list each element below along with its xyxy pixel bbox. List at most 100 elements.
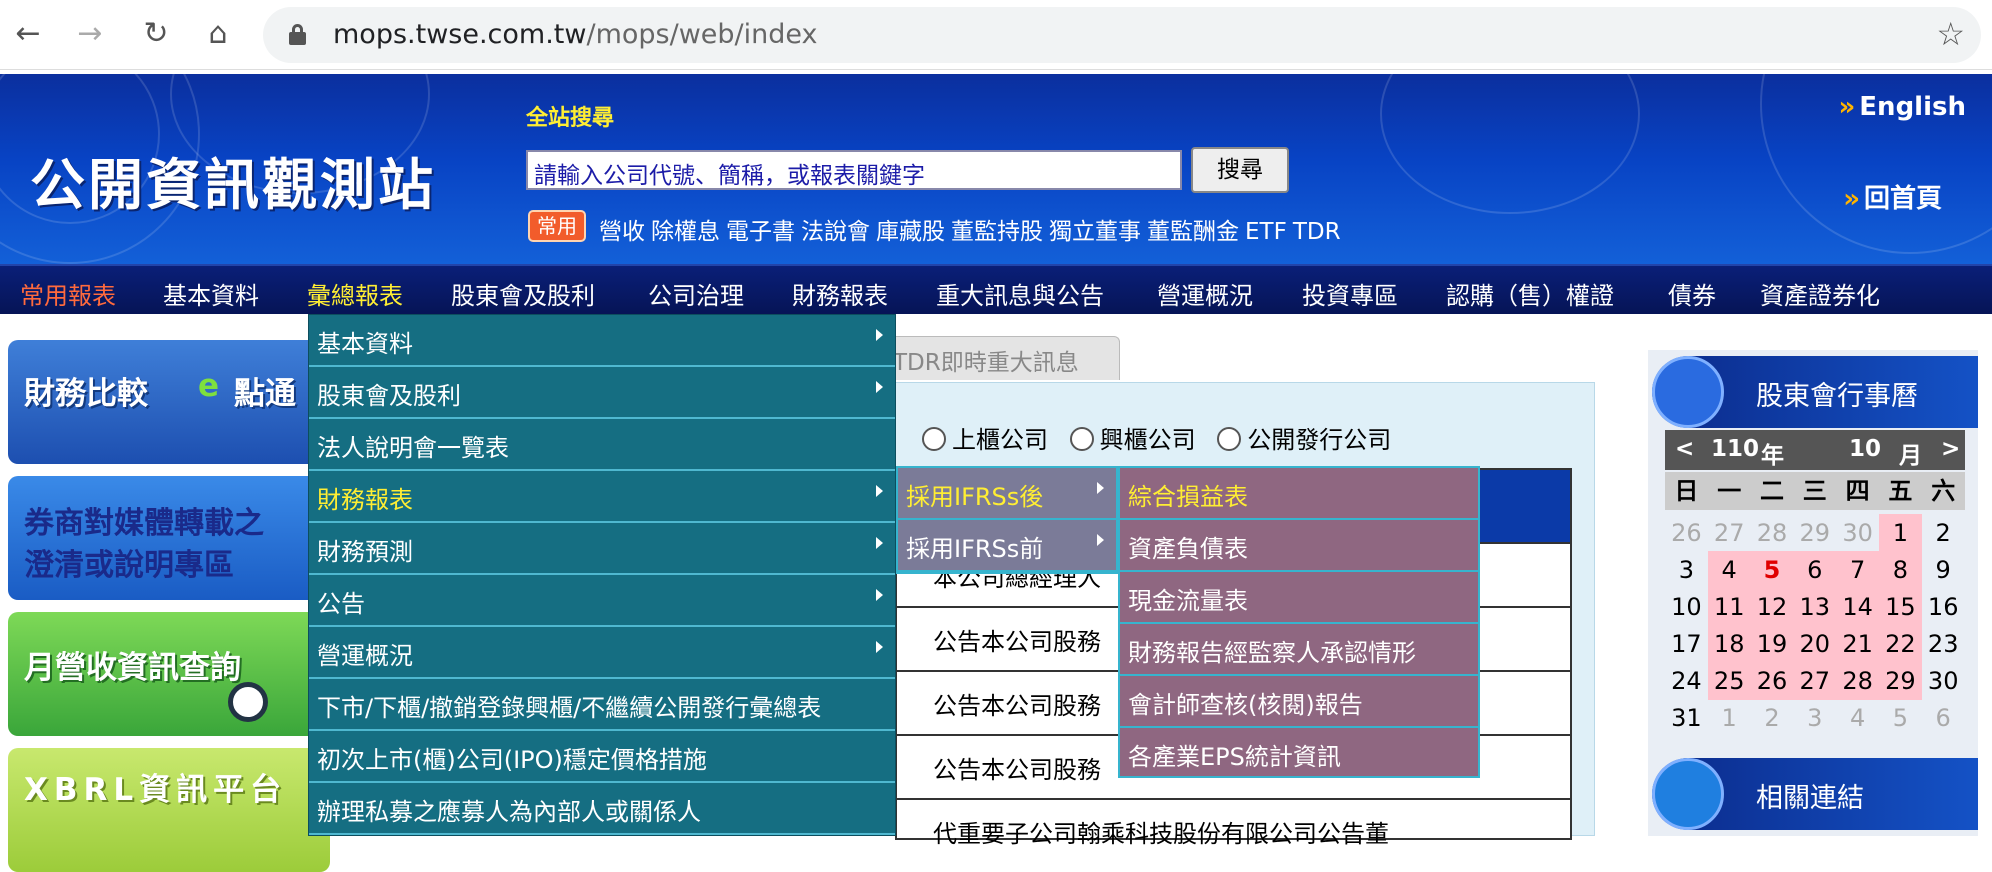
calendar-day[interactable]: 4 bbox=[1707, 551, 1751, 589]
calendar-icon bbox=[1652, 356, 1724, 428]
quick-link[interactable]: 法說會 bbox=[801, 219, 870, 245]
dd-investor-conference[interactable]: 法人說明會一覽表 bbox=[309, 419, 895, 471]
next-month-button[interactable]: > bbox=[1941, 436, 1960, 462]
tab-tdr-news[interactable]: TDR即時重大訊息 bbox=[880, 336, 1120, 380]
calendar-day[interactable]: 21 bbox=[1836, 625, 1879, 663]
dd-operations[interactable]: 營運概況 bbox=[309, 627, 895, 679]
menu-shareholders[interactable]: 股東會及股利 bbox=[451, 276, 595, 311]
calendar-day[interactable]: 25 bbox=[1707, 662, 1751, 700]
dd-industry-eps[interactable]: 各產業EPS統計資訊 bbox=[1120, 728, 1478, 780]
radio-public[interactable] bbox=[1217, 427, 1242, 451]
dd-income-statement[interactable]: 綜合損益表 bbox=[1120, 468, 1478, 520]
calendar-day[interactable]: 1 bbox=[1879, 514, 1922, 552]
address-bar[interactable]: mops.twse.com.tw/mops/web/index ☆ bbox=[263, 7, 1981, 63]
calendar-day[interactable]: 23 bbox=[1922, 625, 1965, 663]
calendar-day[interactable]: 8 bbox=[1879, 551, 1922, 589]
dd-financial-reports[interactable]: 財務報表 bbox=[309, 471, 895, 523]
table-row[interactable]: 代重要子公司翰乘科技股份有限公司公告董 bbox=[895, 800, 1572, 848]
calendar-year[interactable]: 110 bbox=[1711, 436, 1759, 462]
dd-basic-info[interactable]: 基本資料 bbox=[309, 315, 895, 367]
quick-link[interactable]: 營收 bbox=[599, 219, 645, 245]
dd-shareholders[interactable]: 股東會及股利 bbox=[309, 367, 895, 419]
reload-icon[interactable]: ↻ bbox=[134, 12, 178, 56]
menu-summary-reports[interactable]: 彙總報表 bbox=[307, 276, 403, 311]
menu-governance[interactable]: 公司治理 bbox=[648, 276, 744, 311]
menu-financial[interactable]: 財務報表 bbox=[792, 276, 888, 311]
calendar-day[interactable]: 2 bbox=[1922, 514, 1965, 552]
calendar-day[interactable]: 29 bbox=[1879, 662, 1922, 700]
calendar-day[interactable]: 3 bbox=[1665, 551, 1708, 589]
dd-ifrs-after[interactable]: 採用IFRSs後 bbox=[898, 468, 1116, 520]
quick-link[interactable]: 董監持股 bbox=[951, 219, 1043, 245]
calendar-day[interactable]: 20 bbox=[1793, 625, 1837, 663]
quick-link[interactable]: 董監酬金 bbox=[1147, 219, 1239, 245]
calendar-day[interactable]: 26 bbox=[1750, 662, 1794, 700]
dd-auditor-report[interactable]: 會計師查核(核閱)報告 bbox=[1120, 676, 1478, 728]
calendar-day[interactable]: 13 bbox=[1793, 588, 1837, 626]
search-button[interactable]: 搜尋 bbox=[1191, 147, 1289, 193]
menu-basic-info[interactable]: 基本資料 bbox=[163, 276, 259, 311]
quick-link[interactable]: 獨立董事 bbox=[1049, 219, 1141, 245]
quick-link[interactable]: ETF bbox=[1245, 219, 1287, 245]
menu-operations[interactable]: 營運概況 bbox=[1157, 276, 1253, 311]
quick-link[interactable]: 庫藏股 bbox=[876, 219, 945, 245]
dd-ipo-stabilization[interactable]: 初次上市(櫃)公司(IPO)穩定價格措施 bbox=[309, 731, 895, 783]
calendar-day[interactable]: 24 bbox=[1665, 662, 1708, 700]
calendar-day[interactable]: 15 bbox=[1879, 588, 1922, 626]
home-link[interactable]: » 回首頁 bbox=[1843, 178, 1942, 215]
shareholder-calendar-header[interactable]: 股東會行事曆 bbox=[1652, 356, 1978, 428]
radio-emerging[interactable] bbox=[1069, 427, 1094, 451]
quick-links: 營收 除權息 電子書 法說會 庫藏股 董監持股 獨立董事 董監酬金 ETF TDR bbox=[599, 212, 1347, 246]
calendar-day[interactable]: 7 bbox=[1836, 551, 1879, 589]
banner-xbrl[interactable]: XBRL資訊平台 bbox=[8, 748, 330, 872]
prev-month-button[interactable]: < bbox=[1675, 436, 1694, 462]
calendar-day: 29 bbox=[1799, 519, 1831, 547]
calendar-day[interactable]: 5 bbox=[1750, 551, 1794, 589]
dd-private-placement[interactable]: 辦理私募之應募人為內部人或關係人 bbox=[309, 783, 895, 835]
menu-securitization[interactable]: 資產證券化 bbox=[1760, 276, 1880, 311]
banner-monthly-revenue[interactable]: 月營收資訊查詢 bbox=[8, 612, 330, 736]
dd-financial-forecast[interactable]: 財務預測 bbox=[309, 523, 895, 575]
dd-ifrs-before[interactable]: 採用IFRSs前 bbox=[898, 520, 1116, 572]
quick-link[interactable]: TDR bbox=[1293, 219, 1341, 245]
calendar-day[interactable]: 19 bbox=[1750, 625, 1794, 663]
quick-link[interactable]: 除權息 bbox=[651, 219, 720, 245]
menu-investment[interactable]: 投資專區 bbox=[1302, 276, 1398, 311]
calendar-day[interactable]: 28 bbox=[1836, 662, 1879, 700]
calendar-day[interactable]: 30 bbox=[1922, 662, 1965, 700]
home-icon[interactable]: ⌂ bbox=[196, 12, 240, 56]
calendar-day[interactable]: 11 bbox=[1707, 588, 1751, 626]
calendar-day[interactable]: 16 bbox=[1922, 588, 1965, 626]
calendar-day[interactable]: 27 bbox=[1793, 662, 1837, 700]
banner-media-clarification[interactable]: 券商對媒體轉載之 澄清或說明專區 bbox=[8, 476, 330, 600]
menu-common-reports[interactable]: 常用報表 bbox=[20, 276, 116, 311]
calendar-day[interactable]: 9 bbox=[1922, 551, 1965, 589]
menu-major-news[interactable]: 重大訊息與公告 bbox=[936, 276, 1104, 311]
calendar-day[interactable]: 6 bbox=[1793, 551, 1837, 589]
dd-cash-flow[interactable]: 現金流量表 bbox=[1120, 572, 1478, 624]
bookmark-star-icon[interactable]: ☆ bbox=[1936, 15, 1965, 53]
calendar-day[interactable]: 12 bbox=[1750, 588, 1794, 626]
calendar-day[interactable]: 10 bbox=[1665, 588, 1708, 626]
forward-arrow-icon[interactable]: → bbox=[68, 12, 112, 56]
calendar-day[interactable]: 18 bbox=[1707, 625, 1751, 663]
menu-bonds[interactable]: 債券 bbox=[1668, 276, 1716, 311]
menu-warrants[interactable]: 認購（售）權證 bbox=[1446, 276, 1614, 311]
site-logo[interactable]: 公開資訊觀測站 bbox=[30, 140, 436, 220]
quick-link[interactable]: 電子書 bbox=[726, 219, 795, 245]
dd-balance-sheet[interactable]: 資產負債表 bbox=[1120, 520, 1478, 572]
dd-delisting-summary[interactable]: 下市/下櫃/撤銷登錄興櫃/不繼續公開發行彙總表 bbox=[309, 679, 895, 731]
banner-financial-compare[interactable]: 財務比較 e 點通 bbox=[8, 340, 330, 464]
calendar-day[interactable]: 17 bbox=[1665, 625, 1708, 663]
back-arrow-icon[interactable]: ← bbox=[6, 12, 50, 56]
calendar-day[interactable]: 22 bbox=[1879, 625, 1922, 663]
radio-otc[interactable] bbox=[922, 427, 946, 451]
calendar-month[interactable]: 10 bbox=[1849, 436, 1881, 462]
calendar-day[interactable]: 14 bbox=[1836, 588, 1879, 626]
english-link[interactable]: » English bbox=[1839, 92, 1967, 122]
dd-supervisor-approval[interactable]: 財務報告經監察人承認情形 bbox=[1120, 624, 1478, 676]
calendar-day[interactable]: 31 bbox=[1665, 699, 1708, 737]
related-links-header[interactable]: 相關連結 bbox=[1652, 758, 1978, 830]
search-input[interactable]: 請輸入公司代號、簡稱，或報表關鍵字 bbox=[526, 150, 1182, 190]
dd-announcements[interactable]: 公告 bbox=[309, 575, 895, 627]
